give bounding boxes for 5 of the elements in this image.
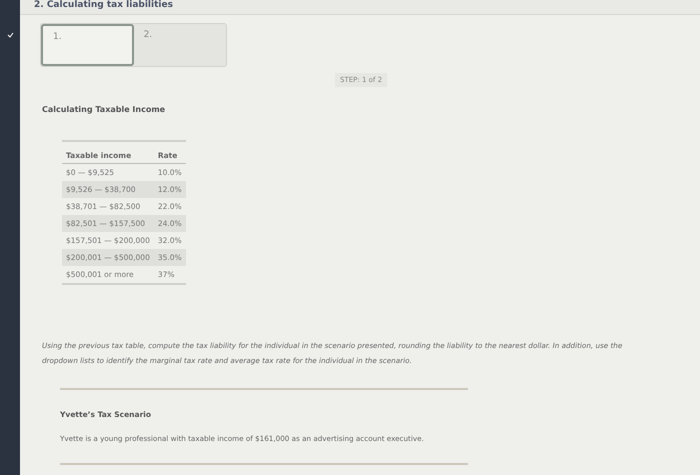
check-icon [6, 32, 14, 38]
section-heading: 2. Calculating tax liabilities [33, 0, 174, 12]
section-title: Calculating Taxable Income [42, 105, 166, 114]
step-tab[interactable]: 1. [41, 24, 134, 66]
step-tab[interactable]: 2. [134, 24, 226, 66]
